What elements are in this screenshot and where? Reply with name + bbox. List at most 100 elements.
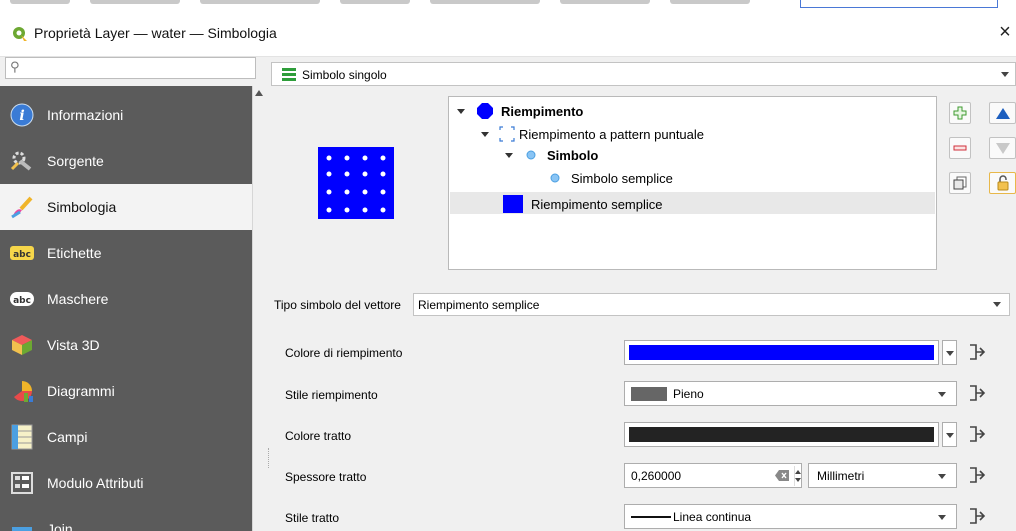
- marker-circle-icon: [526, 150, 536, 160]
- data-defined-override-icon[interactable]: [966, 423, 988, 445]
- sidebar-item-label: Sorgente: [47, 153, 104, 169]
- stroke-style-dropdown[interactable]: Linea continua: [624, 504, 957, 529]
- lock-layer-button[interactable]: [989, 172, 1016, 194]
- svg-text:i: i: [19, 108, 24, 124]
- remove-layer-button[interactable]: [949, 137, 971, 159]
- chevron-down-icon: [1001, 72, 1009, 77]
- stroke-color-button[interactable]: [624, 422, 939, 447]
- window-title: Proprietà Layer — water — Simbologia: [34, 25, 277, 41]
- down-triangle-icon: [995, 142, 1010, 154]
- fill-style-value: Pieno: [673, 387, 704, 401]
- cube-3d-icon: [10, 333, 34, 357]
- tree-item-riempimento[interactable]: Riempimento: [457, 101, 583, 121]
- sidebar-scrollbar[interactable]: [252, 86, 265, 531]
- sidebar-item-vista-3d[interactable]: Vista 3D: [0, 322, 252, 368]
- symbol-preview: [318, 147, 394, 219]
- diagram-icon: [10, 379, 34, 403]
- sidebar-item-diagrammi[interactable]: Diagrammi: [0, 368, 252, 414]
- sidebar-item-label: Modulo Attributi: [47, 475, 144, 491]
- stroke-width-value: 0,260000: [631, 469, 682, 483]
- stroke-style-label: Stile tratto: [285, 511, 340, 525]
- tree-item-riempimento-semplice[interactable]: Riempimento semplice: [503, 194, 663, 214]
- tree-item-label: Riempimento: [501, 103, 584, 119]
- svg-text:abc: abc: [13, 296, 31, 306]
- sidebar-item-sorgente[interactable]: Sorgente: [0, 138, 252, 184]
- point-pattern-icon: [499, 126, 515, 142]
- paintbrush-icon: [10, 195, 34, 219]
- move-down-button[interactable]: [989, 137, 1016, 159]
- close-button[interactable]: ×: [995, 20, 1015, 44]
- sidebar: i Informazioni Sorgente Simbologia abc E…: [0, 86, 252, 531]
- expand-arrow-icon[interactable]: [481, 131, 489, 137]
- data-defined-override-icon[interactable]: [966, 382, 988, 404]
- masks-abc-icon: abc: [10, 287, 34, 311]
- marker-circle-icon: [550, 173, 560, 183]
- tree-item-label: Riempimento a pattern puntuale: [519, 126, 705, 142]
- svg-text:abc: abc: [13, 250, 31, 260]
- chevron-down-icon: [938, 515, 946, 520]
- sidebar-item-campi[interactable]: Campi: [0, 414, 252, 460]
- sidebar-item-maschere[interactable]: abc Maschere: [0, 276, 252, 322]
- clear-value-icon[interactable]: [775, 470, 789, 481]
- up-triangle-icon: [995, 107, 1010, 119]
- join-icon: [10, 517, 34, 531]
- minus-icon: [953, 145, 967, 151]
- chevron-down-icon: [946, 433, 954, 438]
- source-icon: [10, 149, 34, 173]
- fill-style-label: Stile riempimento: [285, 388, 378, 402]
- tree-item-label: Simbolo: [547, 147, 599, 163]
- renderer-type-dropdown[interactable]: Simbolo singolo: [271, 62, 1016, 86]
- sidebar-item-label: Informazioni: [47, 107, 124, 123]
- spin-arrows-icon[interactable]: [794, 466, 803, 486]
- tree-item-simbolo[interactable]: Simbolo: [505, 145, 598, 165]
- solid-pattern-icon: [631, 387, 667, 401]
- sidebar-item-label: Diagrammi: [47, 383, 115, 399]
- stroke-width-label: Spessore tratto: [285, 470, 367, 484]
- symbol-layer-tree[interactable]: Riempimento Riempimento a pattern puntua…: [448, 96, 937, 270]
- sidebar-item-modulo-attributi[interactable]: Modulo Attributi: [0, 460, 252, 506]
- dot-pattern-preview: [326, 155, 386, 213]
- tree-item-pattern-puntuale[interactable]: Riempimento a pattern puntuale: [481, 124, 704, 144]
- search-input[interactable]: ⚲: [5, 57, 256, 79]
- scroll-up-arrow-icon[interactable]: [255, 90, 263, 96]
- layer-type-value: Riempimento semplice: [418, 298, 540, 312]
- fields-icon: [10, 424, 34, 450]
- lock-icon: [997, 175, 1008, 191]
- chevron-down-icon: [946, 351, 954, 356]
- data-defined-override-icon[interactable]: [966, 464, 988, 486]
- chevron-down-icon: [938, 474, 946, 479]
- sidebar-item-etichette[interactable]: abc Etichette: [0, 230, 252, 276]
- fill-style-dropdown[interactable]: Pieno: [624, 381, 957, 406]
- expand-arrow-icon[interactable]: [505, 152, 513, 158]
- stroke-unit-dropdown[interactable]: Millimetri: [808, 463, 957, 488]
- labels-abc-icon: abc: [10, 241, 34, 265]
- add-layer-button[interactable]: [949, 102, 971, 124]
- plus-icon: [953, 106, 967, 120]
- stroke-width-input[interactable]: 0,260000: [624, 463, 802, 488]
- qgis-logo-icon: [13, 27, 27, 41]
- fill-color-label: Colore di riempimento: [285, 346, 403, 360]
- stroke-color-menu-button[interactable]: [942, 422, 957, 447]
- sidebar-item-label: Maschere: [47, 291, 109, 307]
- sidebar-item-informazioni[interactable]: i Informazioni: [0, 92, 252, 138]
- fill-color-menu-button[interactable]: [942, 340, 957, 365]
- chevron-down-icon: [938, 392, 946, 397]
- move-up-button[interactable]: [989, 102, 1016, 124]
- info-icon: i: [10, 103, 34, 127]
- splitter-handle[interactable]: [268, 448, 271, 468]
- layer-type-label: Tipo simbolo del vettore: [274, 298, 401, 312]
- data-defined-override-icon[interactable]: [966, 341, 988, 363]
- sidebar-item-join[interactable]: Join: [0, 506, 252, 531]
- expand-arrow-icon[interactable]: [457, 108, 465, 114]
- duplicate-icon: [953, 176, 967, 190]
- sidebar-item-label: Vista 3D: [47, 337, 100, 353]
- tree-item-simbolo-semplice[interactable]: Simbolo semplice: [549, 168, 673, 188]
- fill-color-button[interactable]: [624, 340, 939, 365]
- tree-item-label: Riempimento semplice: [531, 196, 663, 212]
- layer-type-dropdown[interactable]: Riempimento semplice: [413, 293, 1010, 316]
- data-defined-override-icon[interactable]: [966, 505, 988, 527]
- duplicate-layer-button[interactable]: [949, 172, 971, 194]
- stroke-unit-value: Millimetri: [817, 469, 865, 483]
- sidebar-item-simbologia[interactable]: Simbologia: [0, 184, 252, 230]
- solid-line-icon: [631, 516, 671, 518]
